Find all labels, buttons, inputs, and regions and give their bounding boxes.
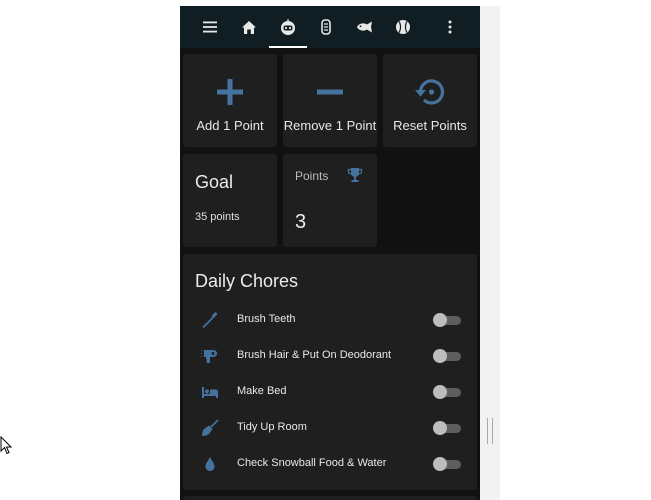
tab-baseball[interactable] (385, 6, 421, 48)
tab-robot[interactable] (270, 6, 306, 48)
chore-toggle[interactable] (433, 385, 461, 399)
chore-label: Make Bed (237, 385, 287, 397)
chore-label: Check Snowball Food & Water (237, 457, 387, 469)
chore-row[interactable]: Brush Hair & Put On Deodorant (183, 338, 477, 374)
toothbrush-icon (202, 312, 218, 329)
points-card[interactable]: Points 3 (283, 154, 377, 247)
menu-icon (203, 21, 217, 33)
minus-icon (317, 89, 343, 95)
hair-dryer-icon (201, 349, 217, 363)
chore-label: Tidy Up Room (237, 421, 307, 433)
chore-row[interactable]: Tidy Up Room (183, 410, 477, 446)
chore-row[interactable]: Make Bed (183, 374, 477, 410)
broom-icon (202, 419, 219, 436)
plus-icon (217, 79, 243, 105)
menu-button[interactable] (192, 6, 228, 48)
chore-toggle[interactable] (433, 421, 461, 435)
more-vertical-icon (448, 20, 452, 34)
mouse-cursor-icon (0, 436, 13, 455)
resize-handle[interactable] (487, 418, 493, 444)
active-tab-indicator (269, 46, 307, 48)
remove-point-button[interactable]: Remove 1 Point (283, 54, 377, 147)
top-toolbar (180, 6, 480, 48)
goal-card: Goal 35 points (183, 154, 277, 247)
points-title: Points (295, 169, 329, 183)
robot-face-icon (281, 19, 295, 35)
hockey-goalie-icon (321, 19, 331, 35)
add-point-button[interactable]: Add 1 Point (183, 54, 277, 147)
add-point-label: Add 1 Point (196, 118, 264, 133)
chore-label: Brush Hair & Put On Deodorant (237, 349, 392, 361)
goal-title: Goal (195, 172, 234, 192)
reset-points-label: Reset Points (393, 118, 467, 133)
tab-hockey[interactable] (308, 6, 344, 48)
chore-row[interactable]: Check Snowball Food & Water (183, 446, 477, 482)
dashboard-panel: Add 1 Point Remove 1 Point Reset Points … (180, 6, 480, 500)
chore-label: Brush Teeth (237, 313, 296, 325)
tab-fish[interactable] (347, 6, 383, 48)
chore-row[interactable]: Brush Teeth (183, 302, 477, 338)
chores-title: Daily Chores (195, 271, 299, 291)
baseball-icon (396, 20, 410, 34)
fish-icon (357, 21, 372, 33)
chore-toggle[interactable] (433, 349, 461, 363)
restore-icon (415, 79, 445, 105)
chore-toggle[interactable] (433, 457, 461, 471)
home-icon (242, 20, 256, 34)
trophy-icon (347, 168, 363, 182)
bed-icon (202, 387, 218, 398)
chore-toggle[interactable] (433, 313, 461, 327)
next-card-edge (183, 496, 477, 500)
remove-point-label: Remove 1 Point (283, 118, 377, 133)
water-drop-icon (205, 457, 215, 471)
daily-chores-card: Daily Chores Brush Teeth Brush Hair & Pu… (183, 254, 477, 490)
points-value: 3 (295, 211, 307, 233)
goal-value: 35 points (195, 211, 240, 223)
more-options-button[interactable] (432, 6, 468, 48)
tab-home[interactable] (231, 6, 267, 48)
reset-points-button[interactable]: Reset Points (383, 54, 477, 147)
